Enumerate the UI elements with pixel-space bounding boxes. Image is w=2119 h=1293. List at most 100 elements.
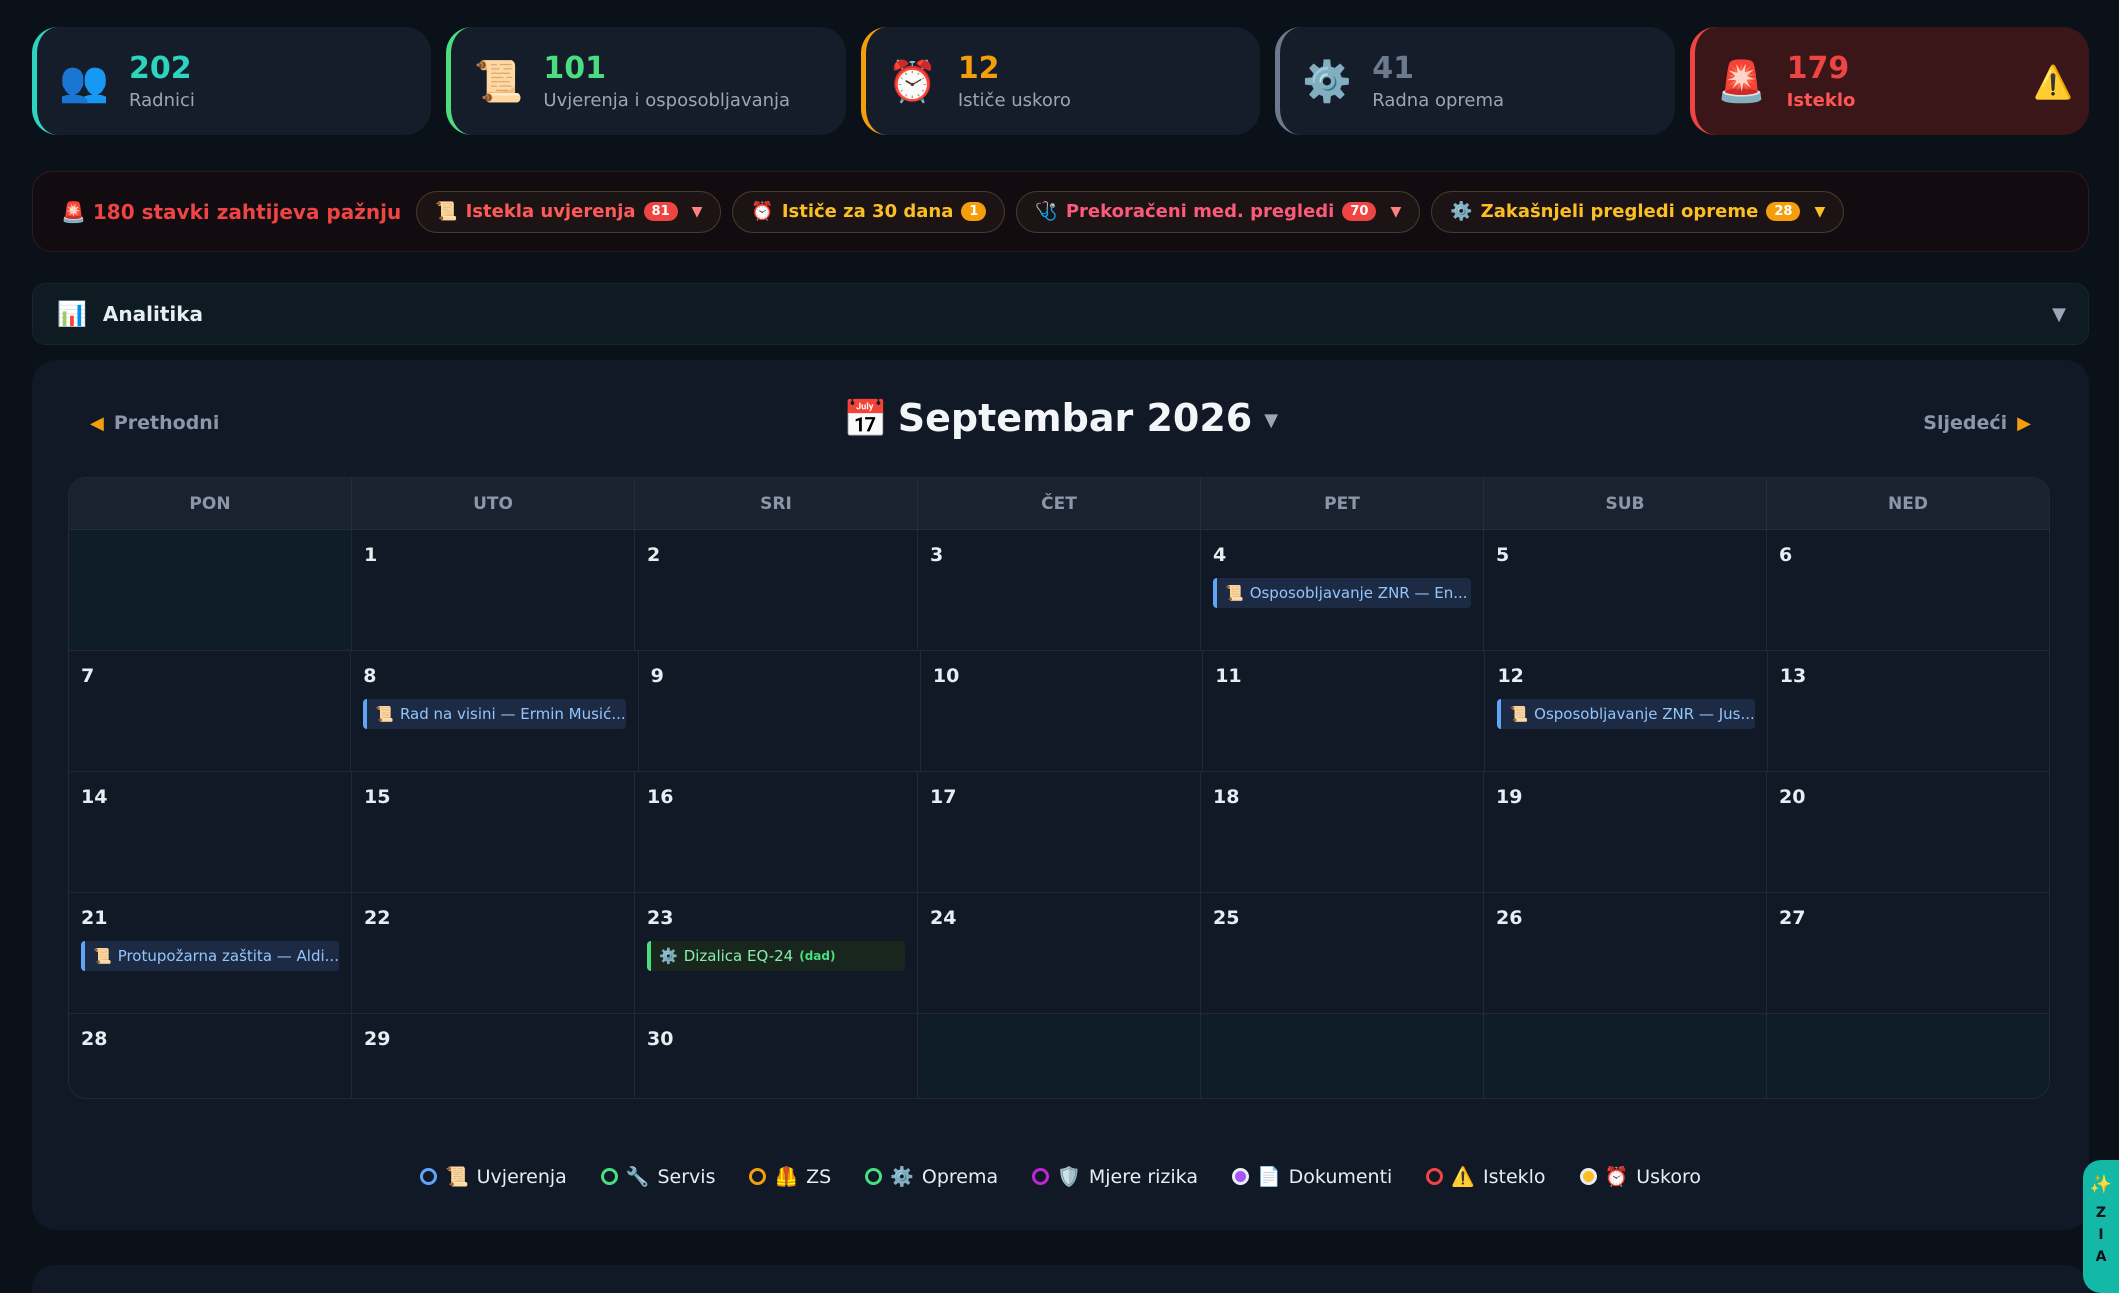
calendar-day-cell[interactable]: 1 (352, 530, 635, 650)
zia-letter: I (2098, 1227, 2104, 1243)
stat-card-equipment[interactable]: ⚙️ 41 Radna oprema (1275, 27, 1675, 135)
calendar-day-cell[interactable]: 20 (1767, 772, 2049, 892)
next-panel (32, 1265, 2089, 1293)
calendar-day-cell[interactable]: 4 📜 Osposobljavanje ZNR — En... (1201, 530, 1484, 650)
legend-label: Uskoro (1636, 1165, 1702, 1188)
day-number: 26 (1496, 907, 1523, 929)
calendar-day-cell[interactable]: 17 (918, 772, 1201, 892)
calendar-day-cell[interactable]: 9 (639, 651, 921, 771)
analytics-toggle[interactable]: 📊 Analitika ▼ (32, 283, 2089, 345)
legend-icon: 📜 (444, 1166, 469, 1188)
stat-card-expired[interactable]: 🚨 179 Isteklo ⚠️ (1689, 27, 2090, 135)
day-number: 15 (364, 786, 391, 808)
calendar-day-cell[interactable]: 26 (1484, 893, 1767, 1013)
arrow-right-icon: ▶ (2017, 412, 2031, 434)
stat-value: 202 (129, 50, 192, 86)
calendar-panel: ◀ Prethodni 📅 Septembar 2026 ▼ Sljedeći ▶ … (32, 360, 2089, 1230)
calendar-day-cell[interactable]: 18 (1201, 772, 1484, 892)
weekday-fri: PET (1201, 478, 1484, 529)
calendar-legend: 📜 Uvjerenja 🔧 Servis 🦺 ZS ⚙️ Oprema 🛡️ Mjere rizi… (32, 1165, 2089, 1188)
expiring-30-days-pill[interactable]: ⏰ Ističe za 30 dana 1 (732, 190, 1006, 233)
calendar-day-cell[interactable]: 22 (352, 893, 635, 1013)
calendar-day-cell[interactable]: 21 📜 Protupožarna zaštita — Aldi... (69, 893, 352, 1013)
alarm-clock-icon: ⏰ (751, 201, 774, 222)
weekday-thu: ČET (918, 478, 1201, 529)
sparkles-icon: ✨ (2089, 1174, 2113, 1195)
calendar-day-cell[interactable]: 29 (352, 1014, 635, 1098)
calendar-day-cell[interactable]: 25 (1201, 893, 1484, 1013)
legend-item: 🔧 Servis (600, 1165, 715, 1188)
day-number: 20 (1779, 786, 1806, 808)
siren-icon: 🚨 (1716, 58, 1767, 105)
stat-value: 179 (1786, 50, 1850, 86)
day-number: 4 (1213, 544, 1227, 566)
calendar-empty-cell (1201, 1014, 1484, 1098)
calendar-day-cell[interactable]: 15 (352, 772, 635, 892)
late-equipment-inspections-pill[interactable]: ⚙️ Zakašnjeli pregledi opreme 28 ▼ (1431, 190, 1845, 233)
calendar-day-cell[interactable]: 27 (1767, 893, 2049, 1013)
calendar-day-cell[interactable]: 2 (635, 530, 918, 650)
calendar-event[interactable]: ⚙️ Dizalica EQ-24 (dad) (647, 941, 905, 971)
calendar-day-cell[interactable]: 24 (918, 893, 1201, 1013)
day-number: 29 (364, 1028, 391, 1050)
stat-label: Ističe uskoro (957, 89, 1071, 111)
day-number: 30 (647, 1028, 674, 1050)
calendar-empty-cell (1767, 1014, 2049, 1098)
stat-card-expiring-soon[interactable]: ⏰ 12 Ističe uskoro (860, 27, 1261, 135)
calendar-day-cell[interactable]: 8 📜 Rad na visini — Ermin Musić... (351, 651, 639, 771)
calendar-day-cell[interactable]: 7 (69, 651, 352, 771)
overdue-medical-pill[interactable]: 🩺 Prekoračeni med. pregledi 70 ▼ (1016, 190, 1421, 233)
calendar-event[interactable]: 📜 Osposobljavanje ZNR — Jus... (1497, 699, 1755, 729)
stat-label: Isteklo (1786, 89, 1856, 111)
calendar-day-cell[interactable]: 23 ⚙️ Dizalica EQ-24 (dad) (635, 893, 918, 1013)
count-badge: 28 (1766, 202, 1801, 221)
next-month-button[interactable]: Sljedeći ▶ (1923, 412, 2031, 434)
legend-item: 🛡️ Mjere rizika (1032, 1165, 1198, 1188)
calendar-day-cell[interactable]: 3 (918, 530, 1201, 650)
analytics-title: Analitika (102, 302, 204, 326)
calendar-day-cell[interactable]: 6 (1767, 530, 2049, 650)
stethoscope-icon: 🩺 (1035, 201, 1058, 222)
calendar-day-cell[interactable]: 19 (1484, 772, 1767, 892)
legend-marker-icon (419, 1168, 437, 1185)
scroll-icon: 📜 (473, 58, 524, 105)
calendar-event[interactable]: 📜 Protupožarna zaštita — Aldi... (81, 941, 339, 971)
weekday-sun: NED (1888, 494, 1928, 514)
day-number: 23 (647, 907, 674, 929)
calendar-day-cell[interactable]: 28 (69, 1014, 352, 1098)
day-number: 24 (930, 907, 957, 929)
stats-row: 👥 202 Radnici 📜 101 Uvjerenja i osposobl… (32, 27, 2090, 135)
month-label: Septembar 2026 (897, 396, 1253, 440)
calendar-day-cell[interactable]: 16 (635, 772, 918, 892)
calendar-empty-cell (918, 1014, 1201, 1098)
calendar-day-cell[interactable]: 14 (69, 772, 352, 892)
expired-certificates-pill[interactable]: 📜 Istekla uvjerenja 81 ▼ (416, 190, 722, 233)
calendar-day-cell[interactable]: 10 (921, 651, 1204, 771)
calendar-event[interactable]: 📜 Osposobljavanje ZNR — En... (1213, 578, 1471, 608)
pill-label: Zakašnjeli pregledi opreme (1480, 201, 1759, 222)
gear-icon: ⚙️ (1450, 201, 1473, 222)
legend-marker-icon (1032, 1168, 1050, 1185)
legend-label: Uvjerenja (476, 1165, 567, 1188)
stat-card-workers[interactable]: 👥 202 Radnici (32, 27, 432, 135)
zia-assistant-button[interactable]: ✨ Z I A (2083, 1160, 2119, 1293)
calendar-day-cell[interactable]: 5 (1484, 530, 1767, 650)
day-number: 18 (1213, 786, 1240, 808)
legend-label: Oprema (921, 1165, 999, 1188)
calendar-day-cell[interactable]: 13 (1768, 651, 2049, 771)
stat-card-certificates[interactable]: 📜 101 Uvjerenja i osposobljavanja (446, 27, 846, 135)
weekday-sat: SUB (1484, 478, 1767, 529)
legend-label: Mjere rizika (1088, 1165, 1198, 1188)
calendar-day-cell[interactable]: 12 📜 Osposobljavanje ZNR — Jus... (1485, 651, 1768, 771)
calendar-event[interactable]: 📜 Rad na visini — Ermin Musić... (363, 699, 626, 729)
calendar-week: 14 15 16 17 18 19 20 (69, 772, 2049, 893)
day-number: 6 (1779, 544, 1793, 566)
legend-icon: 🦺 (774, 1166, 799, 1188)
month-title[interactable]: 📅 Septembar 2026 ▼ (32, 396, 2089, 440)
pill-label: Prekoračeni med. pregledi (1065, 201, 1335, 222)
event-tag: (dad) (799, 949, 836, 963)
calendar-weeks: 1 2 3 4 📜 Osposobljavanje ZNR — En... 5 6 7 8 📜 Rad… (69, 530, 2049, 1098)
calendar-day-cell[interactable]: 30 (635, 1014, 918, 1098)
calendar-day-cell[interactable]: 11 (1203, 651, 1486, 771)
day-number: 28 (81, 1028, 108, 1050)
